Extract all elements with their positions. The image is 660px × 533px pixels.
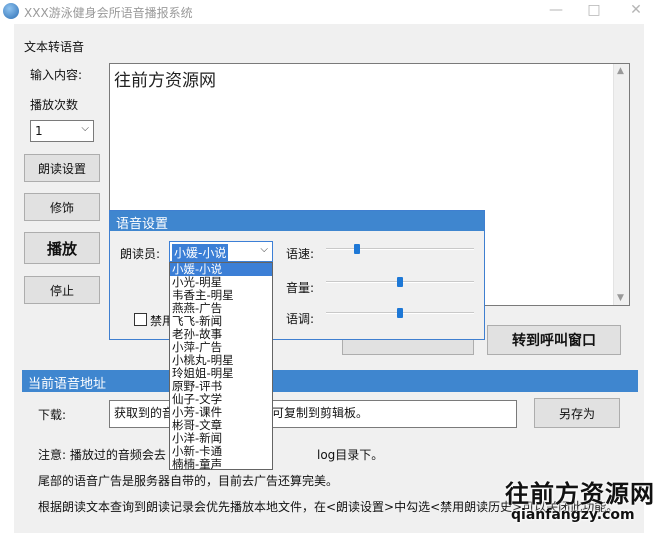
- tone-slider[interactable]: [326, 308, 474, 318]
- play-count-select[interactable]: 1 ⌵: [30, 120, 94, 142]
- chevron-down-icon: ⌵: [81, 123, 89, 134]
- speed-slider-thumb[interactable]: [354, 244, 360, 254]
- window-title: XXX游泳健身会所语音播报系统: [24, 6, 193, 20]
- watermark: 往前方资源网 qianfangzy.com: [505, 474, 655, 530]
- disable-history-checkbox[interactable]: [134, 313, 147, 326]
- title-bar: XXX游泳健身会所语音播报系统 — □ ✕: [0, 0, 660, 24]
- tts-group-title: 文本转语音: [24, 40, 85, 54]
- speed-slider[interactable]: [326, 244, 474, 254]
- reader-select-value: 小媛-小说: [172, 244, 229, 261]
- watermark-brand: 往前方资源网: [505, 480, 655, 508]
- close-icon[interactable]: ✕: [626, 2, 646, 18]
- tone-label: 语调:: [286, 312, 315, 326]
- play-count-value: 1: [35, 124, 43, 138]
- tone-slider-thumb[interactable]: [397, 308, 403, 318]
- voice-address-title: 当前语音地址: [22, 370, 638, 392]
- play-count-label: 播放次数: [30, 98, 79, 112]
- call-window-button[interactable]: 转到呼叫窗口: [487, 325, 621, 355]
- play-button[interactable]: 播放: [24, 232, 100, 264]
- reader-label: 朗读员:: [120, 247, 161, 261]
- speed-label: 语速:: [286, 247, 315, 261]
- note-cache-head: 注意: 播放过的音频会去: [38, 448, 166, 462]
- save-as-button[interactable]: 另存为: [534, 398, 620, 428]
- input-content-label: 输入内容:: [30, 68, 83, 82]
- chevron-down-icon: ⌵: [260, 244, 268, 255]
- voice-settings-panel: 语音设置 朗读员: 小媛-小说 ⌵ 语速: 音量: 语调: 禁用: [109, 210, 485, 340]
- reader-select[interactable]: 小媛-小说 ⌵: [169, 241, 273, 262]
- volume-slider[interactable]: [326, 277, 474, 287]
- download-label: 下载:: [38, 408, 67, 422]
- download-url-value: 获取到的音: [114, 406, 175, 420]
- voice-settings-title: 语音设置: [110, 211, 484, 232]
- watermark-domain: qianfangzy.com: [511, 507, 635, 523]
- scroll-down-icon[interactable]: ▼: [617, 293, 624, 303]
- minimize-icon[interactable]: —: [546, 2, 566, 18]
- reader-option[interactable]: 楠楠-童声: [170, 458, 272, 471]
- download-url-tail: 可复制到剪辑板。: [272, 406, 369, 420]
- note-cache-tail: log目录下。: [317, 448, 384, 462]
- note-ad: 尾部的语音广告是服务器自带的，目前去广告还算完美。: [38, 474, 339, 488]
- reader-dropdown-list[interactable]: 小媛-小说 小光-明星 韦香主-明星 燕燕-广告 飞飞-新闻 老孙-故事 小萍-广告 小桃丸-…: [169, 262, 273, 471]
- modify-button[interactable]: 修饰: [24, 193, 100, 221]
- volume-slider-thumb[interactable]: [397, 277, 403, 287]
- volume-label: 音量:: [286, 281, 315, 295]
- tts-text-content: 往前方资源网: [114, 71, 216, 91]
- maximize-icon[interactable]: □: [584, 2, 604, 18]
- app-icon: [3, 3, 19, 19]
- stop-button[interactable]: 停止: [24, 276, 100, 304]
- text-scrollbar[interactable]: ▲ ▼: [613, 64, 629, 305]
- scroll-up-icon[interactable]: ▲: [617, 66, 624, 76]
- read-settings-button[interactable]: 朗读设置: [24, 154, 100, 182]
